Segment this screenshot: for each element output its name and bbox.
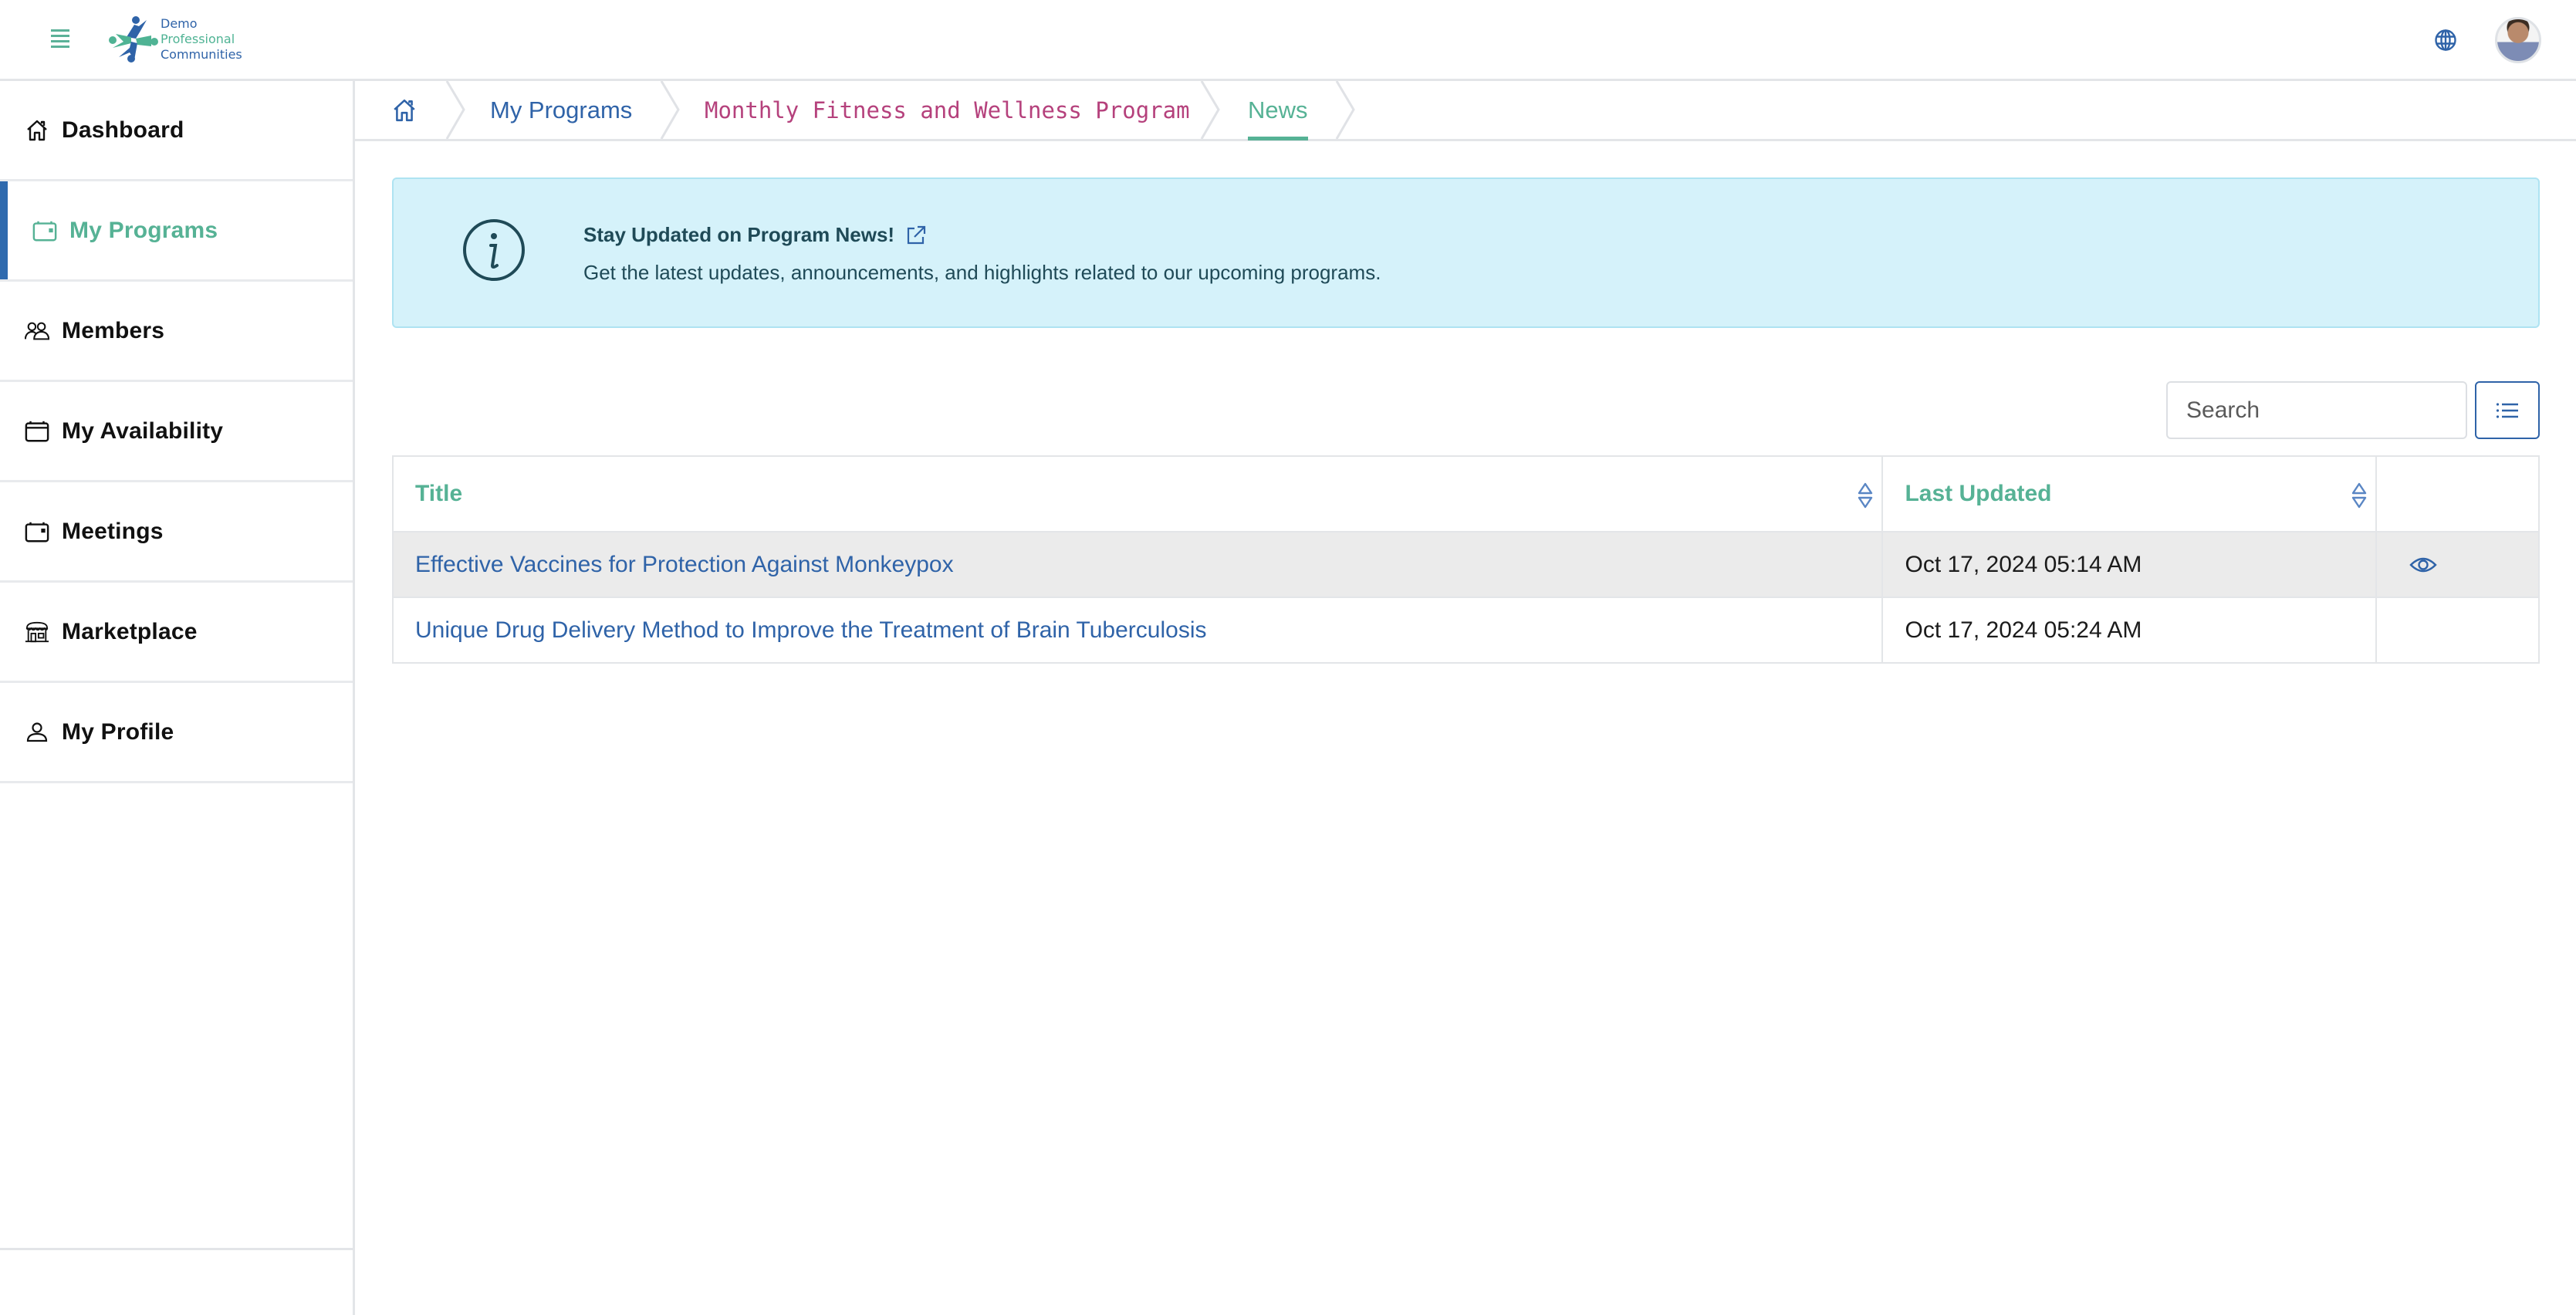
table-row[interactable]: Unique Drug Delivery Method to Improve t… (391, 597, 2540, 664)
sort-icon[interactable] (2351, 482, 2368, 509)
sidebar-item-my-availability[interactable]: My Availability (0, 382, 353, 482)
calendar-blank-icon (25, 419, 49, 444)
breadcrumb-news[interactable]: News (1248, 81, 1308, 140)
breadcrumb-separator (660, 81, 680, 139)
home-icon (25, 118, 49, 143)
cell-title: Unique Drug Delivery Method to Improve t… (391, 597, 1884, 664)
breadcrumb-program[interactable]: Monthly Fitness and Wellness Program (705, 81, 1190, 139)
logo-text-line1: Demo (161, 16, 198, 31)
user-icon (25, 720, 49, 745)
user-avatar[interactable] (2495, 17, 2541, 63)
sidebar: Dashboard My Programs Members My Availab… (0, 81, 355, 1315)
sidebar-item-label: Members (62, 317, 165, 343)
news-title-link[interactable]: Unique Drug Delivery Method to Improve t… (415, 617, 1206, 643)
sidebar-item-dashboard[interactable]: Dashboard (0, 81, 353, 181)
news-table: Title Last Updated Effective Vaccines fo… (391, 455, 2540, 664)
logo-mark-icon (109, 16, 158, 63)
top-header: Demo Professional Communities (0, 0, 2576, 81)
sidebar-item-my-programs[interactable]: My Programs (0, 181, 353, 282)
breadcrumb: My Programs Monthly Fitness and Wellness… (355, 81, 2576, 141)
column-header-label: Title (415, 481, 463, 506)
column-header-actions (2375, 455, 2540, 532)
sidebar-item-label: Meetings (62, 518, 164, 544)
cell-last-updated: Oct 17, 2024 05:24 AM (1881, 597, 2378, 664)
column-header-title[interactable]: Title (391, 455, 1884, 532)
breadcrumb-home[interactable] (392, 81, 417, 139)
globe-icon[interactable] (2434, 29, 2457, 52)
table-header-row: Title Last Updated (391, 455, 2540, 532)
sidebar-item-marketplace[interactable]: Marketplace (0, 583, 353, 683)
sidebar-item-meetings[interactable]: Meetings (0, 482, 353, 583)
sidebar-item-label: My Availability (62, 417, 224, 444)
breadcrumb-separator (1335, 81, 1355, 139)
calendar-icon (32, 218, 57, 243)
breadcrumb-separator (445, 81, 465, 139)
logo-text-line3: Communities (161, 47, 242, 62)
sort-icon[interactable] (1857, 482, 1874, 509)
eye-icon[interactable] (2409, 556, 2437, 574)
members-icon (25, 319, 49, 343)
list-icon (2496, 402, 2518, 418)
sidebar-divider (0, 1248, 353, 1250)
news-title-link[interactable]: Effective Vaccines for Protection Agains… (415, 552, 954, 577)
search-input[interactable] (2166, 381, 2467, 439)
logo[interactable]: Demo Professional Communities (108, 14, 242, 65)
alert-title: Stay Updated on Program News! (583, 223, 927, 247)
column-header-last-updated[interactable]: Last Updated (1881, 455, 2378, 532)
breadcrumb-separator (1200, 81, 1220, 139)
alert-body: Get the latest updates, announcements, a… (583, 261, 1381, 284)
alert-title-text: Stay Updated on Program News! (583, 223, 895, 246)
column-header-label: Last Updated (1905, 481, 2052, 506)
sidebar-item-label: My Profile (62, 718, 174, 745)
cell-title: Effective Vaccines for Protection Agains… (391, 531, 1884, 598)
external-link-icon[interactable] (905, 225, 927, 246)
sidebar-item-my-profile[interactable]: My Profile (0, 683, 353, 783)
logo-text-line2: Professional (161, 32, 235, 46)
calendar-icon (25, 519, 49, 544)
sidebar-item-label: Marketplace (62, 618, 198, 644)
cell-actions (2375, 597, 2540, 664)
sidebar-item-members[interactable]: Members (0, 282, 353, 382)
cell-actions (2375, 531, 2540, 598)
home-icon (394, 99, 415, 121)
info-icon (463, 219, 525, 281)
cell-last-updated: Oct 17, 2024 05:14 AM (1881, 531, 2378, 598)
store-icon (25, 620, 49, 644)
view-toggle-button[interactable] (2475, 381, 2540, 439)
hamburger-menu-icon[interactable] (51, 29, 69, 48)
info-alert: Stay Updated on Program News! Get the la… (392, 177, 2540, 328)
table-row[interactable]: Effective Vaccines for Protection Agains… (391, 531, 2540, 598)
sidebar-item-label: Dashboard (62, 117, 184, 143)
sidebar-item-label: My Programs (69, 217, 218, 243)
breadcrumb-my-programs[interactable]: My Programs (490, 81, 632, 139)
